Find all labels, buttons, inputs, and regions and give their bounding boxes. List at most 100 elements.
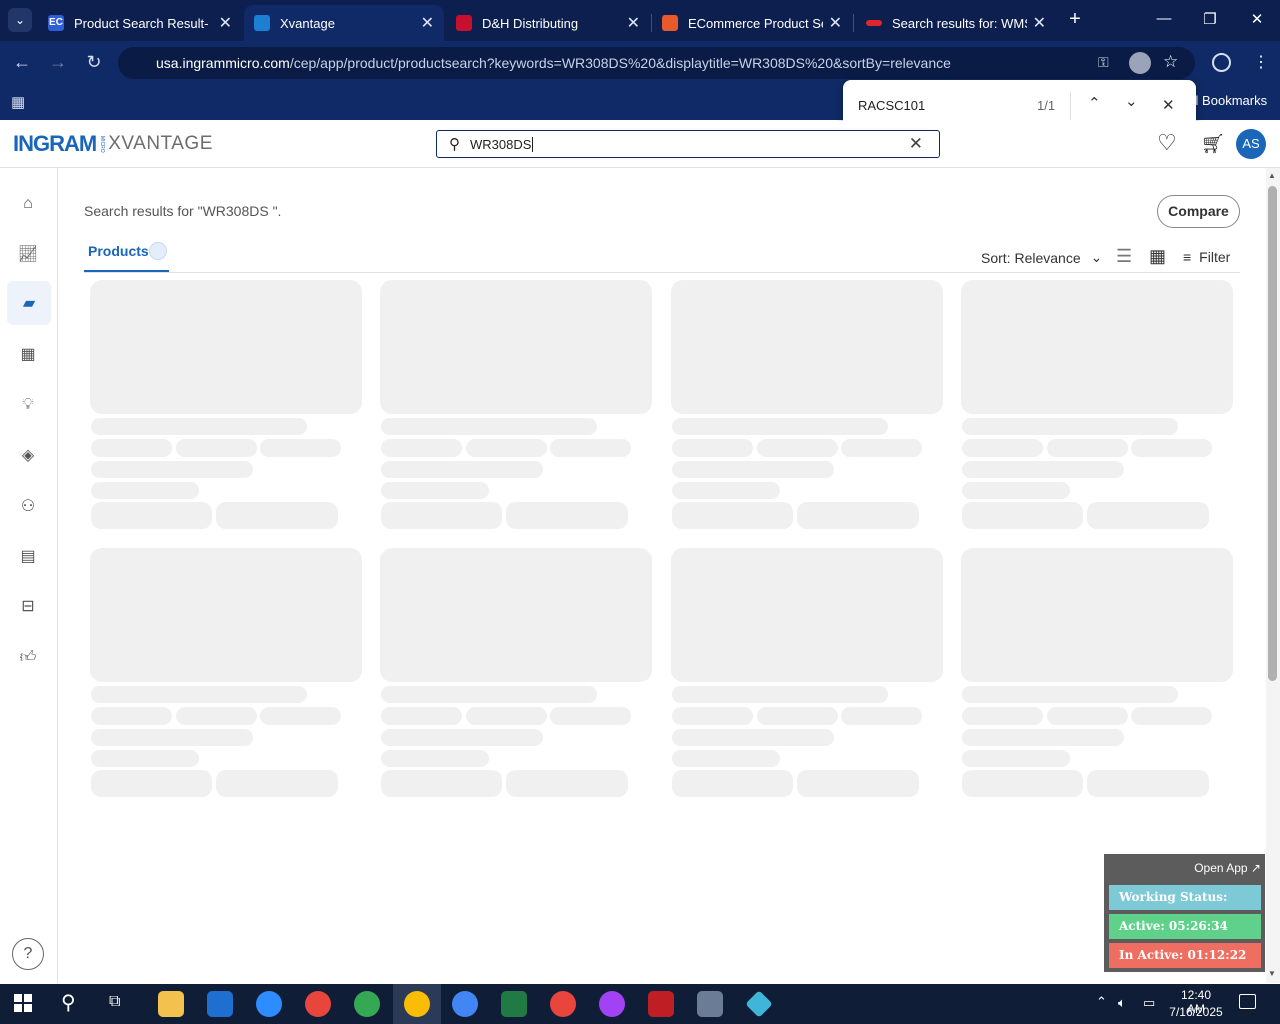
skeleton-button — [1087, 770, 1209, 797]
windows-start-icon[interactable] — [14, 994, 32, 1012]
profile-icon[interactable] — [1212, 53, 1231, 72]
products-icon[interactable]: ▰ — [7, 281, 51, 325]
skeleton-line — [672, 750, 780, 767]
scroll-down-arrow-icon[interactable]: ▼ — [1268, 969, 1276, 978]
close-window-button[interactable]: ✕ — [1242, 10, 1272, 28]
search-icon: ⚲ — [449, 136, 460, 153]
skeleton-line — [91, 482, 199, 499]
scrollbar-thumb[interactable] — [1268, 186, 1277, 681]
product-search-box[interactable]: ⚲ WR308DS ✕ — [436, 130, 940, 158]
network-icon[interactable]: ▭ — [1143, 995, 1155, 1011]
calendar-icon[interactable]: ▤ — [14, 542, 42, 570]
volume-icon[interactable]: 🔈︎ — [1118, 995, 1126, 1011]
grid-view-icon[interactable]: ▦ — [1149, 246, 1166, 267]
tray-chevron-up-icon[interactable]: ⌃ — [1096, 994, 1107, 1010]
browser-tab-xvantage[interactable]: Xvantage ✕ — [244, 5, 444, 41]
notifications-icon[interactable] — [1239, 994, 1256, 1009]
skeleton-chip — [962, 439, 1043, 457]
find-previous-icon[interactable]: ⌃ — [1088, 94, 1101, 112]
skeleton-chip — [672, 707, 753, 725]
tab-products[interactable]: Products — [84, 236, 169, 272]
restore-button[interactable]: ❐ — [1195, 10, 1225, 28]
close-tab-icon[interactable]: ✕ — [219, 13, 232, 33]
help-icon[interactable]: ? — [12, 938, 44, 970]
outlook-icon[interactable] — [207, 991, 233, 1017]
find-next-icon[interactable]: ⌄ — [1125, 92, 1138, 110]
chrome-icon[interactable] — [305, 991, 331, 1017]
bookmark-star-icon[interactable]: ☆ — [1163, 52, 1178, 72]
menu-kebab-icon[interactable]: ⋮ — [1253, 52, 1269, 72]
skeleton-button — [506, 770, 628, 797]
chrome-active-icon[interactable] — [404, 991, 430, 1017]
tab-title: Xvantage — [280, 15, 335, 31]
tab-search-dropdown[interactable]: ⌄ — [8, 8, 32, 32]
list-view-icon[interactable]: ☰ — [1116, 246, 1132, 267]
forward-button[interactable]: → — [46, 52, 70, 73]
thumbs-up-icon[interactable]: 👍︎ — [14, 643, 42, 671]
task-view-icon[interactable]: ⧉ — [109, 993, 120, 1011]
find-in-page-icon[interactable] — [1129, 52, 1151, 74]
grid-table-icon[interactable]: ▦ — [14, 340, 42, 368]
home-icon[interactable]: ⌂ — [14, 190, 42, 218]
reload-button[interactable]: ↻ — [82, 52, 106, 73]
cart-icon[interactable]: 🛒︎ — [1201, 132, 1225, 156]
open-app-link[interactable]: Open App ↗ — [1194, 861, 1261, 875]
all-bookmarks-link[interactable]: All Bookmarks — [1184, 93, 1280, 108]
address-bar[interactable]: ⚙ usa.ingrammicro.com/cep/app/product/pr… — [118, 47, 1195, 117]
excel-icon[interactable] — [501, 991, 527, 1017]
browser-tab-ecommerce[interactable]: ECommerce Product Sear ✕ — [652, 5, 852, 41]
dh-favicon — [456, 15, 472, 31]
browser-tab-ec[interactable]: EC Product Search Result- EC ✕ — [38, 5, 242, 41]
skeleton-line — [962, 686, 1178, 703]
new-tab-button[interactable]: + — [1064, 8, 1086, 31]
clock-date[interactable]: 7/16/2025 — [1167, 1005, 1225, 1019]
skeleton-line — [91, 729, 253, 746]
apps-grid-icon[interactable]: ▦ — [11, 93, 25, 111]
minimize-button[interactable]: — — [1149, 10, 1179, 27]
taskbar-search-icon[interactable]: ⚲ — [61, 990, 76, 1015]
back-button[interactable]: ← — [10, 52, 34, 73]
close-tab-icon[interactable]: ✕ — [421, 13, 434, 33]
badge-icon[interactable]: ⚇ — [14, 492, 42, 520]
close-tab-icon[interactable]: ✕ — [829, 13, 842, 33]
browser-tab-dh[interactable]: D&H Distributing ✕ — [446, 5, 650, 41]
scroll-up-arrow-icon[interactable]: ▲ — [1268, 171, 1276, 180]
file-explorer-icon[interactable] — [158, 991, 184, 1017]
filter-button[interactable]: ≡ Filter — [1183, 249, 1230, 265]
browser-tab-apc[interactable]: Search results for: WMS3 ✕ — [856, 5, 1056, 41]
chrome-purple-icon[interactable] — [599, 991, 625, 1017]
skeleton-chip — [757, 439, 838, 457]
find-input[interactable]: RACSC101 — [858, 98, 925, 113]
clear-search-icon[interactable]: ✕ — [909, 134, 923, 154]
compare-button[interactable]: Compare — [1157, 195, 1240, 228]
skeleton-chip — [260, 439, 341, 457]
left-nav-rail: ⌂ 📈︎ ▰ ▦ 💡︎ ◈ ⚇ ▤ ⊟ 👍︎ ? — [0, 168, 58, 983]
chrome-red-icon[interactable] — [550, 991, 576, 1017]
close-tab-icon[interactable]: ✕ — [1033, 13, 1046, 33]
chevron-down-icon: ⌄ — [1090, 249, 1103, 265]
ingram-logo[interactable]: INGRAM MICRO XVANTAGE — [13, 131, 213, 157]
wishlist-heart-icon[interactable]: ♡ — [1157, 130, 1177, 156]
find-close-icon[interactable]: ✕ — [1162, 96, 1175, 114]
user-avatar[interactable]: AS — [1236, 129, 1266, 159]
layers-icon[interactable]: ◈ — [14, 441, 42, 469]
close-tab-icon[interactable]: ✕ — [627, 13, 640, 33]
skeleton-button — [91, 770, 212, 797]
chrome-alt-icon[interactable] — [452, 991, 478, 1017]
chrome-profile-icon[interactable] — [354, 991, 380, 1017]
lightbulb-icon[interactable]: 💡︎ — [14, 391, 42, 419]
bag-icon[interactable]: ⊟ — [14, 592, 42, 620]
zoom-icon[interactable] — [256, 991, 282, 1017]
url-path: /cep/app/product/productsearch?keywords=… — [289, 55, 951, 71]
password-key-icon[interactable]: ⚿ — [1098, 54, 1109, 71]
sort-dropdown[interactable]: Sort: Relevance ⌄ — [981, 249, 1102, 266]
analytics-icon[interactable]: 📈︎ — [14, 240, 42, 268]
skeleton-line — [91, 418, 307, 435]
filezilla-icon[interactable] — [648, 991, 674, 1017]
skeleton-line — [381, 461, 543, 478]
search-input[interactable]: WR308DS — [470, 136, 534, 152]
skeleton-line — [962, 461, 1124, 478]
skeleton-chip — [841, 707, 922, 725]
tab-title: Product Search Result- EC — [74, 15, 213, 31]
calculator-icon[interactable] — [697, 991, 723, 1017]
